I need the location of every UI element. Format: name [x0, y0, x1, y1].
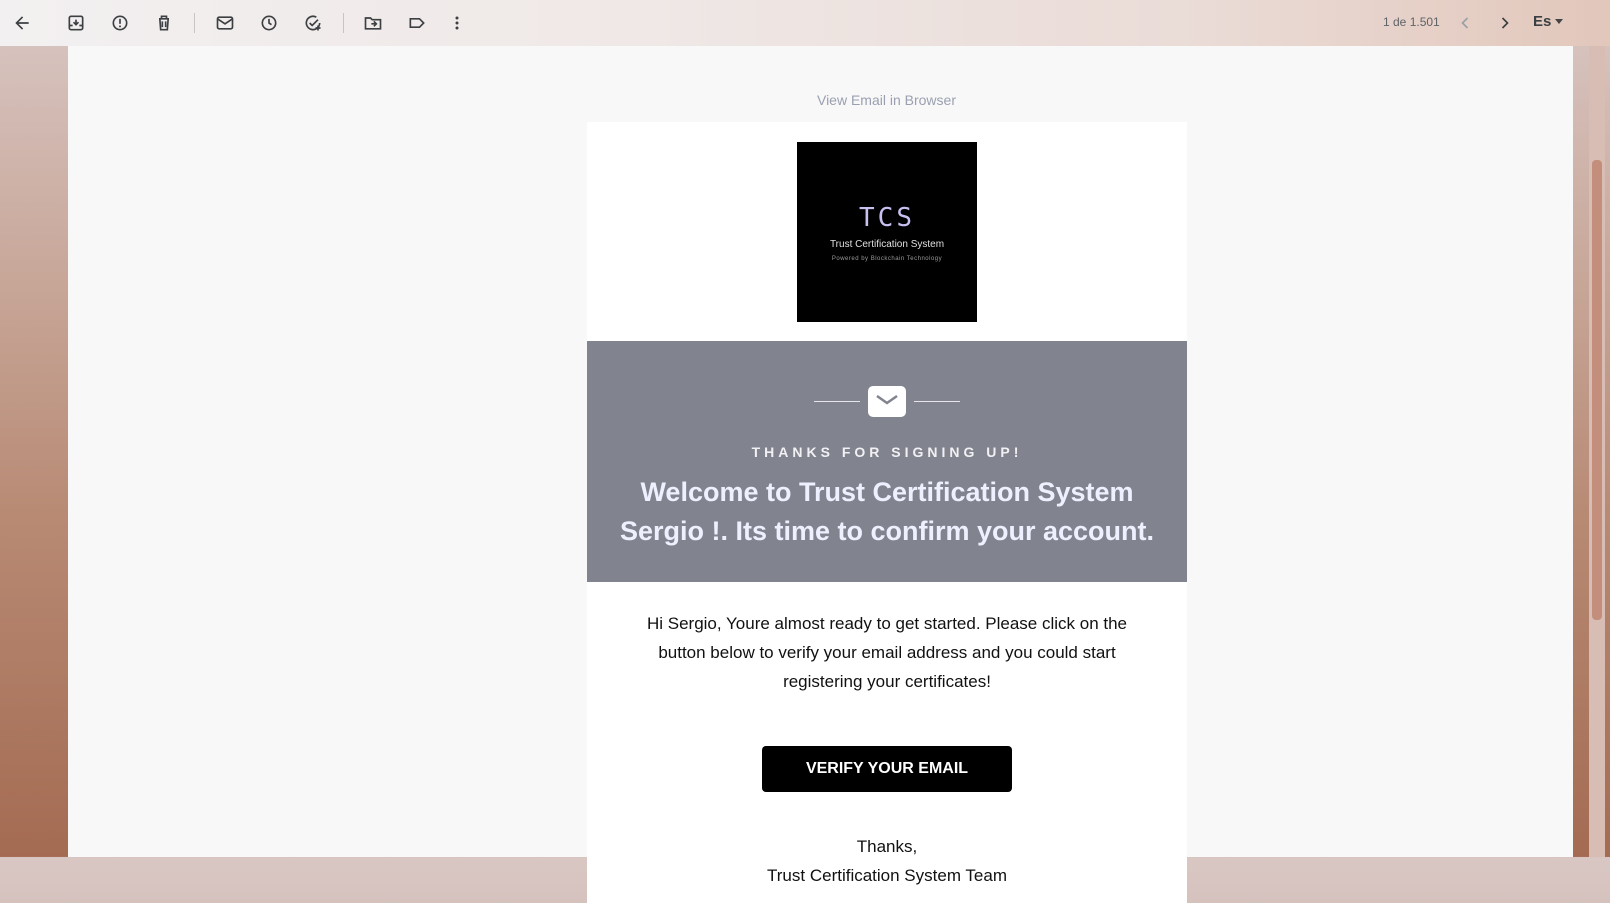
scrollbar-thumb[interactable] — [1592, 160, 1602, 620]
add-task-icon[interactable] — [298, 8, 328, 38]
chevron-left-icon[interactable] — [1450, 8, 1480, 38]
divider-line — [814, 401, 860, 402]
caret-down-icon — [1555, 19, 1564, 24]
chevron-right-icon[interactable] — [1490, 8, 1520, 38]
team-signature: Trust Certification System Team — [767, 866, 1007, 885]
more-icon[interactable] — [442, 8, 472, 38]
pagination-count: 1 de 1.501 — [1383, 15, 1440, 29]
back-arrow-icon[interactable] — [7, 8, 37, 38]
divider-line — [914, 401, 960, 402]
verify-email-button[interactable]: VERIFY YOUR EMAIL — [762, 746, 1012, 792]
email-view-panel: View Email in Browser TCS Trust Certific… — [68, 46, 1573, 903]
snooze-icon[interactable] — [254, 8, 284, 38]
welcome-banner: THANKS FOR SIGNING UP! Welcome to Trust … — [587, 341, 1187, 582]
delete-icon[interactable] — [149, 8, 179, 38]
move-to-icon[interactable] — [358, 8, 388, 38]
label-icon[interactable] — [402, 8, 432, 38]
tcs-logo: TCS Trust Certification System Powered b… — [797, 142, 977, 322]
thanks-heading: THANKS FOR SIGNING UP! — [751, 444, 1023, 460]
language-label: Es — [1533, 13, 1552, 30]
toolbar-divider — [343, 13, 344, 33]
report-spam-icon[interactable] — [105, 8, 135, 38]
language-selector[interactable]: Es — [1533, 13, 1564, 30]
email-body-text: Hi Sergio, Youre almost ready to get sta… — [646, 614, 1128, 691]
sign-off: Thanks, — [856, 837, 918, 856]
envelope-divider — [587, 386, 1187, 417]
email-card: TCS Trust Certification System Powered b… — [587, 122, 1187, 903]
logo-tagline: Powered by Blockchain Technology — [831, 255, 943, 262]
email-toolbar: 1 de 1.501 Es — [0, 0, 1610, 46]
envelope-icon — [868, 386, 906, 417]
toolbar-divider — [194, 13, 195, 33]
welcome-heading: Welcome to Trust Certification System Se… — [619, 477, 1155, 546]
archive-icon[interactable] — [61, 8, 91, 38]
logo-subtitle: Trust Certification System — [829, 238, 945, 250]
mark-unread-icon[interactable] — [210, 8, 240, 38]
view-in-browser-link[interactable]: View Email in Browser — [68, 92, 1610, 108]
logo-title: TCS — [859, 202, 915, 233]
